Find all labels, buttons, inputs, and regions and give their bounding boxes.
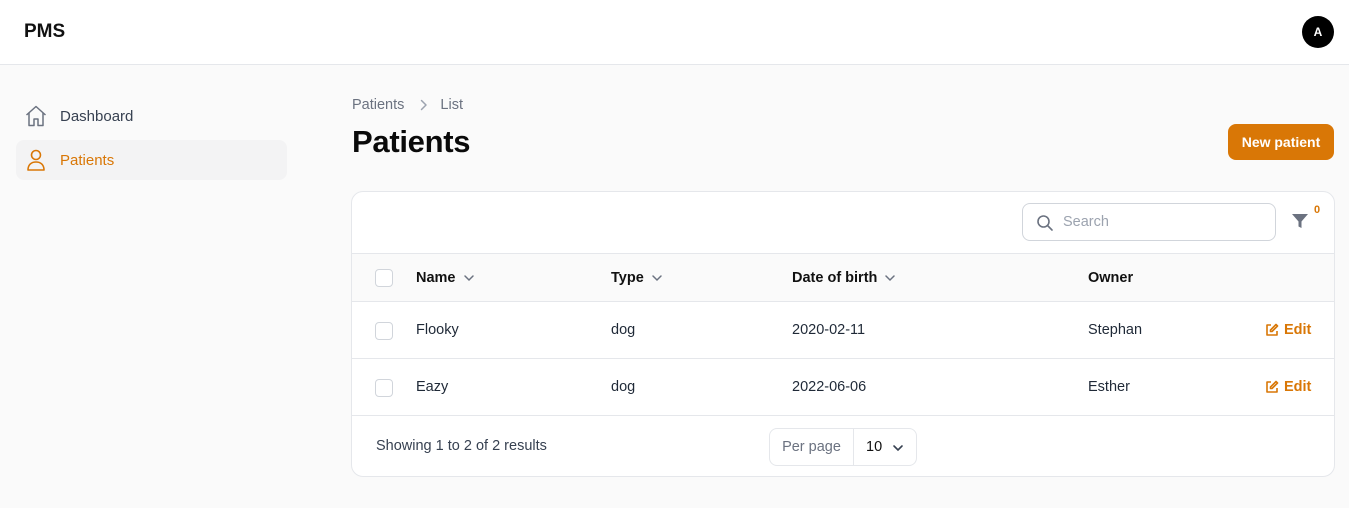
cell-name: Flooky [416, 322, 459, 338]
column-header-date-of-birth[interactable]: Date of birth [792, 270, 896, 286]
chevron-down-icon [463, 275, 474, 282]
search-box[interactable] [1022, 203, 1276, 241]
cell-date-of-birth: 2020-02-11 [792, 322, 866, 338]
table-header: Name Type Date of birth Owner [352, 253, 1334, 302]
cell-owner: Stephan [1088, 322, 1143, 338]
per-page-value[interactable]: 10 [854, 429, 916, 465]
search-icon [1037, 215, 1053, 231]
user-avatar[interactable]: A [1302, 16, 1334, 48]
row-checkbox[interactable] [375, 379, 393, 397]
cell-date-of-birth: 2022-06-06 [792, 379, 867, 395]
new-patient-button[interactable]: New patient [1228, 124, 1334, 160]
column-label: Owner [1088, 270, 1134, 286]
edit-label: Edit [1284, 322, 1312, 338]
sidebar-item-label: Dashboard [60, 107, 134, 125]
table-row[interactable]: Flooky dog 2020-02-11 Stephan Edit [352, 302, 1334, 359]
filter-count-badge: 0 [1313, 204, 1321, 216]
top-bar: PMS A [0, 0, 1349, 65]
cell-name: Eazy [416, 379, 449, 395]
pagination-summary: Showing 1 to 2 of 2 results [376, 438, 547, 454]
brand-logo[interactable]: PMS [24, 21, 65, 43]
search-input[interactable] [1063, 212, 1263, 232]
column-label: Name [416, 270, 456, 286]
edit-icon [1266, 380, 1279, 393]
cell-type: dog [611, 322, 636, 338]
page-title: Patients [352, 124, 471, 159]
breadcrumb-patients[interactable]: Patients [352, 97, 404, 113]
chevron-down-icon [652, 275, 662, 282]
edit-button[interactable]: Edit [1265, 379, 1311, 395]
patients-table-card: 0 Name Type Date of birth Owner Flooky d… [351, 191, 1335, 477]
breadcrumb-list: List [440, 97, 463, 113]
breadcrumb: Patients List [352, 97, 463, 113]
cell-type: dog [611, 379, 636, 395]
chevron-down-icon [885, 275, 896, 282]
select-all-checkbox[interactable] [375, 269, 393, 287]
column-label: Date of birth [792, 270, 878, 286]
sidebar-item-label: Patients [60, 151, 115, 169]
funnel-icon [1292, 214, 1308, 228]
column-label: Type [611, 270, 644, 286]
edit-label: Edit [1284, 379, 1312, 395]
chevron-right-icon [418, 97, 430, 113]
column-header-owner: Owner [1088, 270, 1133, 286]
sidebar-item-patients[interactable]: Patients [16, 140, 287, 180]
column-header-type[interactable]: Type [611, 270, 663, 286]
row-checkbox[interactable] [375, 322, 393, 340]
cell-owner: Esther [1088, 379, 1130, 395]
sidebar-item-dashboard[interactable]: Dashboard [16, 96, 287, 136]
column-header-name[interactable]: Name [416, 270, 475, 286]
edit-button[interactable]: Edit [1265, 322, 1311, 338]
chevron-down-icon [893, 445, 903, 452]
per-page-select[interactable]: Per page 10 [769, 428, 917, 466]
table-row[interactable]: Eazy dog 2022-06-06 Esther Edit [352, 359, 1334, 416]
per-page-label: Per page [770, 429, 854, 465]
edit-icon [1266, 323, 1279, 336]
per-page-value-text: 10 [866, 439, 883, 455]
user-icon [25, 148, 47, 172]
home-icon [25, 104, 47, 128]
